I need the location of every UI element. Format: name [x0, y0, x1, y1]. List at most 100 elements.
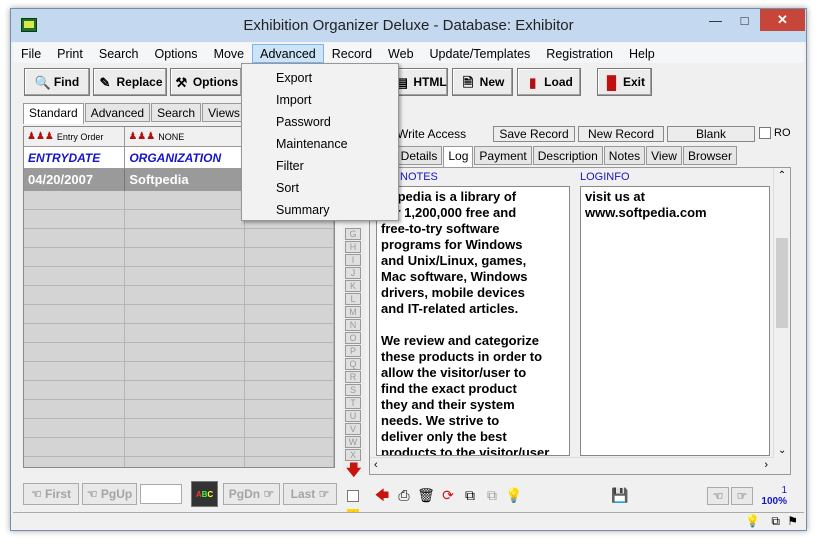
tab-views[interactable]: Views [202, 103, 246, 122]
exit-button[interactable]: █ Exit [597, 68, 652, 96]
alpha-letter[interactable]: J [345, 267, 361, 279]
select-checkbox[interactable] [347, 490, 359, 502]
menu-print[interactable]: Print [49, 44, 91, 63]
table-row[interactable] [24, 343, 334, 362]
tab-standard[interactable]: Standard [23, 103, 84, 124]
prev-record-button[interactable]: ☜ [707, 487, 729, 505]
tab-view[interactable]: View [646, 146, 682, 165]
menu-web[interactable]: Web [380, 44, 421, 63]
alpha-letter[interactable]: O [345, 332, 361, 344]
table-row[interactable] [24, 438, 334, 457]
minimize-icon[interactable]: — [701, 9, 730, 31]
html-button[interactable]: ▤ HTML [393, 68, 448, 96]
tab-search[interactable]: Search [151, 103, 202, 122]
menu-item-summary[interactable]: Summary [242, 199, 398, 221]
menu-record[interactable]: Record [324, 44, 380, 63]
replace-button[interactable]: ✎ Replace [93, 68, 167, 96]
alpha-letter[interactable]: P [345, 345, 361, 357]
menu-registration[interactable]: Registration [538, 44, 621, 63]
close-icon[interactable]: ✕ [760, 9, 805, 31]
alpha-letter[interactable]: I [345, 254, 361, 266]
alpha-letter[interactable]: T [345, 397, 361, 409]
scroll-thumb[interactable] [776, 238, 788, 328]
new-button[interactable]: 🗎 New [452, 68, 513, 96]
scroll-left-icon[interactable]: ‹ [374, 459, 378, 471]
menu-update-templates[interactable]: Update/Templates [422, 44, 539, 63]
table-row[interactable] [24, 267, 334, 286]
next-record-button[interactable]: ☞ [731, 487, 753, 505]
table-row[interactable] [24, 305, 334, 324]
alpha-letter[interactable]: N [345, 319, 361, 331]
alpha-letter[interactable]: K [345, 280, 361, 292]
sort-secondary[interactable]: ♟♟♟ NONE [125, 127, 245, 146]
pgdn-button[interactable]: PgDn ☞ [223, 483, 280, 505]
scroll-up-icon[interactable]: ⌃ [774, 170, 790, 181]
lock-icon[interactable]: ⚑ [787, 514, 798, 528]
horizontal-scrollbar[interactable]: ‹ › [370, 457, 774, 474]
scroll-right-icon[interactable]: › [764, 459, 768, 471]
load-button[interactable]: ▮ Load [517, 68, 581, 96]
alpha-letter[interactable]: H [345, 241, 361, 253]
tab-description[interactable]: Description [532, 146, 603, 165]
alpha-letter[interactable]: M [345, 306, 361, 318]
table-row[interactable] [24, 400, 334, 419]
maximize-icon[interactable]: □ [730, 9, 759, 31]
tab-details[interactable]: Details [395, 146, 443, 165]
jump-input[interactable] [140, 484, 182, 504]
column-entrydate[interactable]: ENTRYDATE [24, 147, 126, 168]
copy-icon[interactable]: ⧉ [461, 486, 479, 504]
trash-icon[interactable]: 🗑 [417, 486, 435, 504]
menu-help[interactable]: Help [621, 44, 663, 63]
table-row[interactable] [24, 248, 334, 267]
new-record-button[interactable]: New Record [578, 126, 664, 142]
loginfo-field[interactable]: visit us at www.softpedia.com [580, 186, 770, 456]
find-button[interactable]: 🔍 Find [24, 68, 90, 96]
tab-log[interactable]: Log [443, 146, 474, 167]
tab-notes[interactable]: Notes [603, 146, 646, 165]
table-row[interactable] [24, 419, 334, 438]
last-button[interactable]: Last ☞ [283, 483, 337, 505]
tab-payment[interactable]: Payment [474, 146, 532, 165]
menu-item-import[interactable]: Import [242, 89, 398, 111]
tab-browser[interactable]: Browser [682, 146, 737, 165]
menu-item-sort[interactable]: Sort [242, 177, 398, 199]
alpha-letter[interactable]: R [345, 371, 361, 383]
alpha-letter[interactable]: V [345, 423, 361, 435]
refresh-icon[interactable]: ⟳ [439, 486, 457, 504]
table-row[interactable] [24, 286, 334, 305]
menu-move[interactable]: Move [206, 44, 253, 63]
menu-file[interactable]: File [13, 44, 49, 63]
table-row[interactable] [24, 381, 334, 400]
arrow-left-icon[interactable]: 🡄 [373, 486, 391, 504]
lightbulb-icon[interactable]: 💡 [505, 486, 523, 504]
save-record-button[interactable]: Save Record [493, 126, 575, 142]
vertical-scrollbar[interactable]: ⌃ ⌄ [773, 168, 790, 458]
alpha-letter[interactable]: Q [345, 358, 361, 370]
column-organization[interactable]: ORGANIZATION [125, 147, 245, 168]
ro-checkbox[interactable] [759, 127, 771, 139]
abc-index-icon[interactable]: ABC [191, 481, 218, 507]
arrow-down-icon[interactable]: 🡇 [346, 460, 361, 485]
first-button[interactable]: ☜ First [23, 483, 79, 505]
table-row[interactable] [24, 229, 334, 248]
scroll-down-icon[interactable]: ⌄ [778, 445, 786, 456]
alpha-letter[interactable]: L [345, 293, 361, 305]
tab-advanced[interactable]: Advanced [84, 103, 151, 122]
alpha-letter[interactable]: G [345, 228, 361, 240]
options-button[interactable]: ⚒ Options [170, 68, 242, 96]
menu-item-export[interactable]: Export [242, 67, 398, 89]
alpha-letter[interactable]: W [345, 436, 361, 448]
table-row[interactable] [24, 457, 334, 467]
paste-icon[interactable]: ⧉ [483, 486, 501, 504]
menu-options[interactable]: Options [146, 44, 205, 63]
menu-item-password[interactable]: Password [242, 111, 398, 133]
pages-icon[interactable]: ⧉ [771, 514, 780, 529]
alpha-letter[interactable]: U [345, 410, 361, 422]
save-disk-icon[interactable]: 💾 [611, 486, 629, 504]
blank-button[interactable]: Blank [667, 126, 755, 142]
sort-primary[interactable]: ♟♟♟ Entry Order [24, 127, 126, 146]
menu-item-filter[interactable]: Filter [242, 155, 398, 177]
alpha-letter[interactable]: S [345, 384, 361, 396]
table-row[interactable] [24, 362, 334, 381]
notes-field[interactable]: oftpedia is a library of ver 1,200,000 f… [376, 186, 570, 456]
